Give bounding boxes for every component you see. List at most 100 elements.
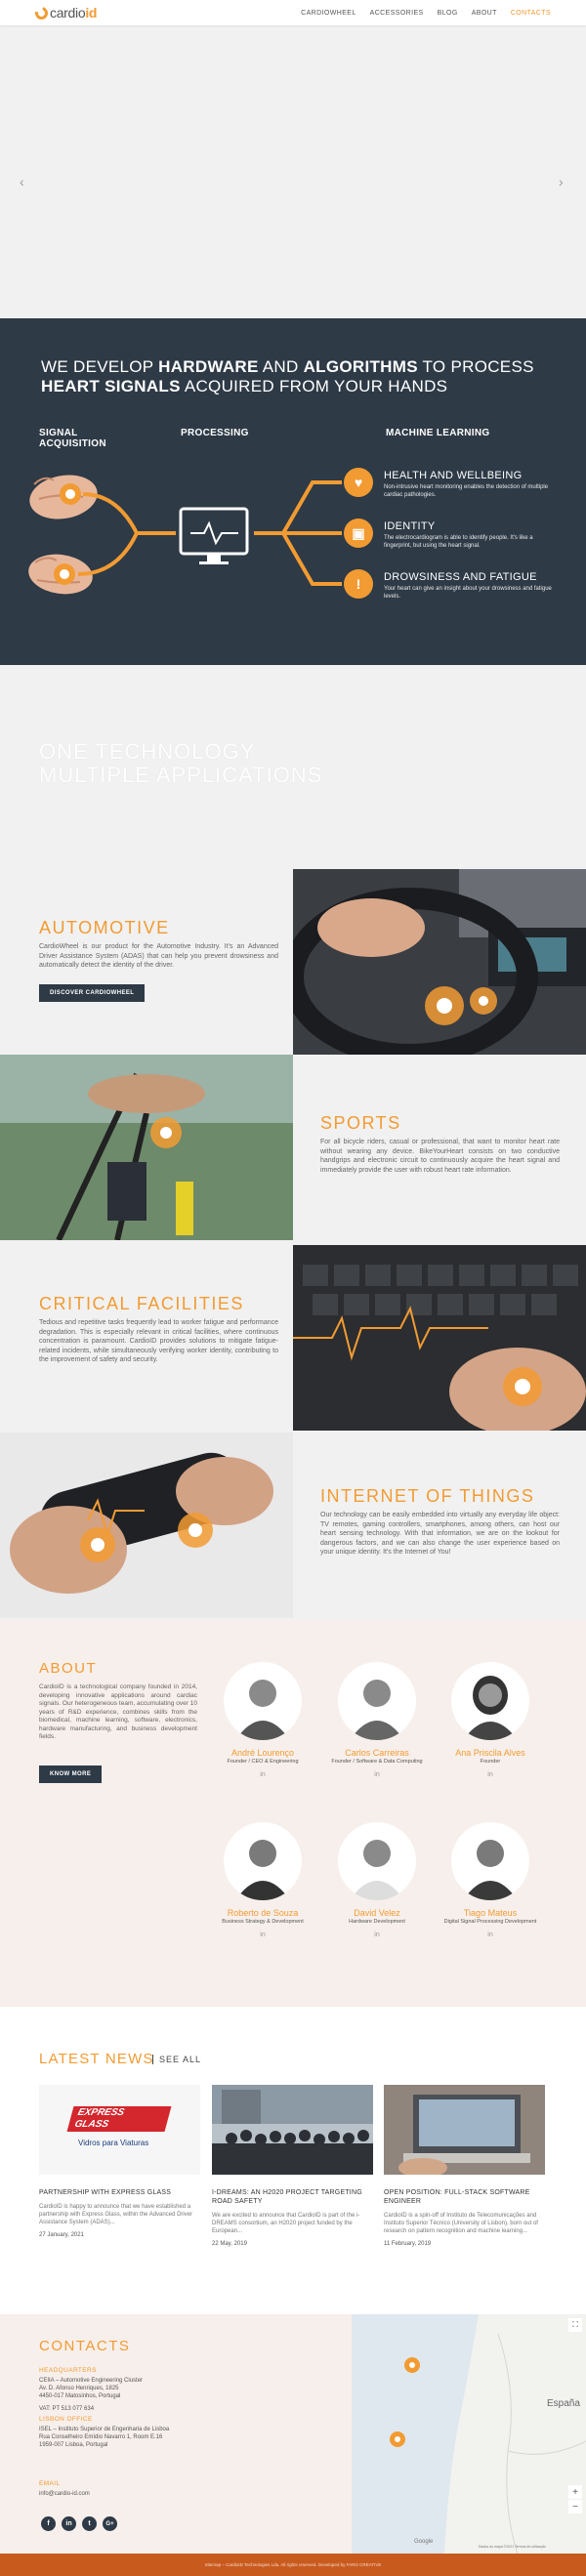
know-more-button[interactable]: KNOW MORE (39, 1766, 103, 1783)
linkedin-icon[interactable]: in (214, 1771, 312, 1778)
news-date: 27 January, 2021 (39, 2232, 84, 2238)
critical-text-block: CRITICAL FACILITIES Tedious and repetiti… (39, 1294, 278, 1365)
feature-health-text: Non-intrusive heart monitoring enables t… (384, 484, 549, 498)
express-glass-logo: EXPRESS GLASS (66, 2106, 172, 2132)
iot-title: INTERNET OF THINGS (320, 1486, 535, 1506)
feature-identity: IDENTITY The electrocardiogram is able t… (384, 520, 555, 550)
news-date: 22 May, 2019 (212, 2241, 247, 2247)
slider-next-arrow-icon[interactable]: › (559, 174, 564, 189)
team-member-name: Tiago Mateus (463, 1908, 518, 1918)
news-title[interactable]: PARTNERSHIP WITH EXPRESS GLASS (39, 2188, 200, 2197)
zoom-out-button[interactable]: − (568, 2500, 582, 2514)
site-footer: Sitemap – CardioID Technologies Lda. All… (0, 2554, 586, 2576)
nav-about[interactable]: ABOUT (472, 10, 497, 17)
news-title[interactable]: OPEN POSITION: FULL-STACK SOFTWARE ENGIN… (384, 2188, 545, 2206)
hand-top-icon (29, 475, 98, 519)
team-member: Carlos Carreiras Founder / Software & Da… (328, 1662, 426, 1778)
linkedin-social-icon[interactable]: in (62, 2516, 76, 2531)
hq-line: 4450-017 Matosinhos, Portugal (39, 2393, 121, 2399)
vat-number: VAT: PT 513 077 634 (39, 2406, 95, 2412)
critical-image (293, 1245, 586, 1431)
team-member: Roberto de Souza Business Strategy & Dev… (214, 1822, 312, 1938)
contacts-title: CONTACTS (39, 2338, 131, 2354)
automotive-text-block: AUTOMOTIVE CardioWheel is our product fo… (39, 918, 278, 1002)
map-canvas (352, 2314, 586, 2554)
news-title[interactable]: I-DREAMS: AN H2020 PROJECT TARGETING ROA… (212, 2188, 373, 2206)
lisbon-line: Rua Conselheiro Emídio Navarro 1, Room E… (39, 2434, 163, 2440)
map-pin-matosinhos (404, 2357, 420, 2373)
team-member-name: Ana Priscila Alves (455, 1748, 525, 1758)
about-section: ABOUT CardioID is a technological compan… (0, 1621, 586, 2007)
avatar (338, 1822, 416, 1900)
about-title: ABOUT (39, 1660, 98, 1677)
feature-identity-title: IDENTITY (384, 520, 436, 532)
latest-news-section: LATEST NEWS SEE ALL EXPRESS GLASS Vidros … (0, 2007, 586, 2314)
logo-suffix: id (85, 5, 98, 21)
automotive-image (293, 869, 586, 1055)
nav-accessories[interactable]: ACCESSORIES (370, 10, 424, 17)
team-member-role: Founder (480, 1759, 501, 1765)
facebook-icon[interactable]: f (41, 2516, 56, 2531)
news-card[interactable]: OPEN POSITION: FULL-STACK SOFTWARE ENGIN… (384, 2085, 545, 2247)
location-map[interactable]: España ⛶ + − Google Dados do mapa ©2021 … (352, 2314, 586, 2554)
team-member-role: Digital Signal Processing Development (443, 1919, 537, 1925)
cardioid-logo[interactable]: cardio id (32, 4, 98, 21)
map-label-spain: España (547, 2398, 580, 2409)
nav-contacts[interactable]: CONTACTS (511, 10, 551, 17)
linkedin-icon[interactable]: in (328, 1771, 426, 1778)
linkedin-icon[interactable]: in (328, 1932, 426, 1938)
news-excerpt: CardioID is happy to announce that we ha… (39, 2204, 193, 2225)
feature-health-title: HEALTH AND WELLBEING (384, 470, 523, 481)
headquarters-label: HEADQUARTERS (39, 2367, 97, 2374)
linkedin-icon[interactable]: in (441, 1932, 539, 1938)
twitter-icon[interactable]: t (82, 2516, 97, 2531)
nav-cardiowheel[interactable]: CARDIOWHEEL (301, 10, 356, 17)
automotive-title: AUTOMOTIVE (39, 918, 170, 937)
page: cardio id CARDIOWHEEL ACCESSORIES BLOG AB… (0, 0, 586, 2576)
news-card[interactable]: I-DREAMS: AN H2020 PROJECT TARGETING ROA… (212, 2085, 373, 2247)
zoom-in-button[interactable]: + (568, 2485, 582, 2499)
footer-text: Sitemap – CardioID Technologies Lda. All… (204, 2562, 382, 2567)
nav-blog[interactable]: BLOG (438, 10, 458, 17)
avatar (451, 1822, 529, 1900)
team-member-name: Carlos Carreiras (345, 1748, 409, 1758)
news-card[interactable]: EXPRESS GLASS Vidros para Viaturas PARTNE… (39, 2085, 200, 2238)
lock-icon: ▣ (344, 519, 373, 548)
avatar (224, 1822, 302, 1900)
google-logo: Google (414, 2539, 434, 2545)
heartbeat-icon: ♥ (344, 468, 373, 497)
express-glass-tagline: Vidros para Viaturas (78, 2139, 149, 2147)
news-date: 11 February, 2019 (384, 2241, 432, 2247)
team-member: André Lourenço Founder / CEO & Engineeri… (214, 1662, 312, 1778)
avatar (224, 1662, 302, 1740)
news-image (212, 2085, 373, 2175)
avatar (338, 1662, 416, 1740)
main-nav: CARDIOWHEEL ACCESSORIES BLOG ABOUT CONTA… (301, 10, 551, 17)
automotive-text: CardioWheel is our product for the Autom… (39, 943, 278, 969)
linkedin-icon[interactable]: in (441, 1771, 539, 1778)
team-member: David Velez Hardware Development in (328, 1822, 426, 1938)
about-text: CardioID is a technological company foun… (39, 1683, 197, 1740)
discover-cardiowheel-button[interactable]: DISCOVER CARDIOWHEEL (39, 983, 146, 1002)
lisbon-line: 1959-007 Lisboa, Portugal (39, 2442, 108, 2448)
logo-prefix: cardio (50, 5, 86, 21)
site-header: cardio id CARDIOWHEEL ACCESSORIES BLOG AB… (0, 0, 586, 25)
team-member-role: Hardware Development (349, 1919, 405, 1925)
linkedin-icon[interactable]: in (214, 1932, 312, 1938)
fullscreen-icon[interactable]: ⛶ (568, 2318, 582, 2332)
see-all-link[interactable]: SEE ALL (152, 2055, 201, 2064)
technology-band: WE DEVELOP HARDWARE AND ALGORITHMS TO PR… (0, 318, 586, 665)
sports-text: For all bicycle riders, casual or profes… (320, 1139, 560, 1174)
section-internet-of-things: INTERNET OF THINGS Our technology can be… (0, 1433, 586, 1618)
logo-ring-icon (32, 4, 51, 21)
team-member-name: David Velez (354, 1908, 400, 1918)
map-attribution: Dados do mapa ©2021 Termos de utilização (479, 2545, 546, 2549)
slider-prev-arrow-icon[interactable]: ‹ (20, 174, 24, 189)
sports-image (0, 1055, 293, 1240)
feature-drowsiness-text: Your heart can give an insight about you… (384, 586, 552, 600)
email-link[interactable]: info@cardio-id.com (39, 2490, 90, 2498)
google-plus-icon[interactable]: G+ (103, 2516, 117, 2531)
lisbon-line: ISEL – Instituto Superior de Engenharia … (39, 2427, 170, 2432)
news-excerpt: We are excited to announce that CardioID… (212, 2213, 360, 2234)
sports-text-block: SPORTS For all bicycle riders, casual or… (320, 1113, 560, 1175)
